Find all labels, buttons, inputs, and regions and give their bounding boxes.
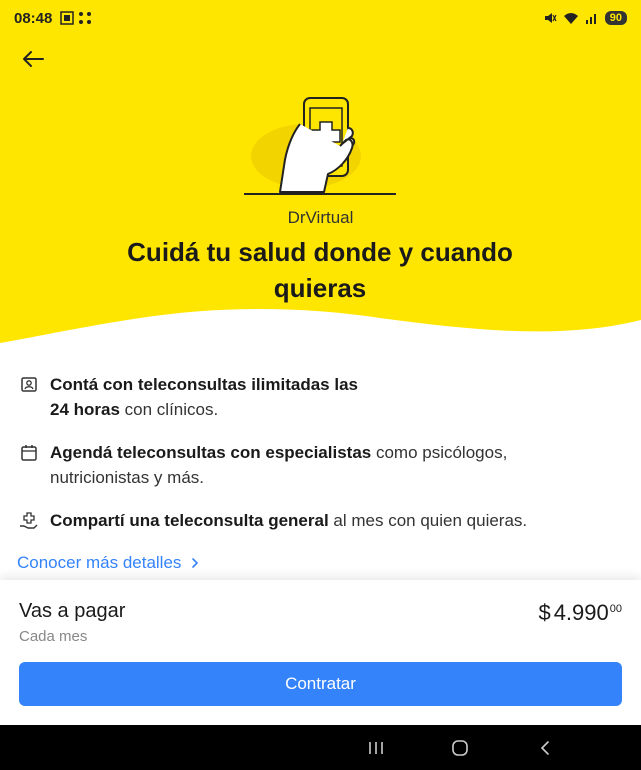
status-bar: 08:48 90: [0, 0, 641, 36]
home-icon: [452, 740, 468, 756]
phone-medical-cross-icon: [244, 97, 396, 195]
brand-name: DrVirtual: [287, 208, 354, 227]
mute-icon: [544, 13, 557, 23]
battery-indicator: 90: [604, 11, 627, 25]
feature-item: Compartí una teleconsulta general al mes…: [18, 508, 623, 533]
feature-text: Compartí una teleconsulta general al mes…: [50, 508, 527, 533]
feature-bold-text: Agendá teleconsultas con especialistas: [50, 443, 372, 462]
hand-medical-icon: [18, 510, 40, 532]
more-details-link[interactable]: Conocer más detalles: [17, 553, 199, 573]
chevron-right-icon: [192, 558, 199, 568]
person-badge-icon: [18, 374, 40, 396]
signal-icon: [585, 14, 596, 24]
price-cents: 00: [609, 603, 622, 615]
system-nav-bar: [0, 725, 641, 770]
contract-button[interactable]: Contratar: [19, 662, 622, 706]
more-details-label: Conocer más detalles: [17, 553, 182, 572]
price: $ 4.990 00: [538, 600, 622, 626]
home-button[interactable]: [448, 736, 472, 760]
back-button[interactable]: [18, 44, 48, 74]
arrow-left-icon: [23, 51, 44, 67]
price-currency: $: [538, 600, 551, 625]
calendar-icon: [18, 442, 40, 464]
price-amount: 4.990: [553, 600, 609, 625]
payment-period: Cada mes: [19, 628, 88, 645]
feature-rest-text: al mes con quien quieras.: [328, 511, 528, 530]
screenshot-icon: [60, 11, 75, 25]
page-headline: Cuidá tu salud donde y cuando quieras: [127, 237, 513, 303]
feature-text: Contá con teleconsultas ilimitadas las 2…: [50, 372, 358, 422]
status-system-icons: 90: [543, 11, 627, 25]
apps-grid-icon: [79, 12, 92, 24]
recents-button[interactable]: [364, 736, 388, 760]
payment-label: Vas a pagar: [19, 600, 126, 622]
feature-text: Agendá teleconsultas con especialistas c…: [50, 440, 570, 490]
system-back-button[interactable]: [533, 736, 557, 760]
wifi-icon: [563, 13, 578, 24]
payment-footer: Vas a pagar Cada mes $ 4.990 00 Contrata…: [0, 580, 641, 725]
feature-item: Contá con teleconsultas ilimitadas las 2…: [18, 372, 623, 422]
recents-icon: [369, 742, 383, 754]
features-list: Contá con teleconsultas ilimitadas las 2…: [18, 372, 623, 551]
status-notification-icons: [60, 11, 92, 25]
hero-section: 08:48 90 DrVirtual Cuidá tu salud donde …: [0, 0, 641, 350]
feature-bold-text-2: 24 horas: [50, 400, 120, 419]
back-icon: [540, 741, 549, 755]
status-time: 08:48: [14, 9, 53, 27]
feature-rest-text: con clínicos.: [119, 400, 219, 419]
feature-bold-text: Compartí una teleconsulta general: [50, 511, 329, 530]
feature-item: Agendá teleconsultas con especialistas c…: [18, 440, 623, 490]
feature-bold-text: Contá con teleconsultas ilimitadas las: [50, 375, 358, 394]
